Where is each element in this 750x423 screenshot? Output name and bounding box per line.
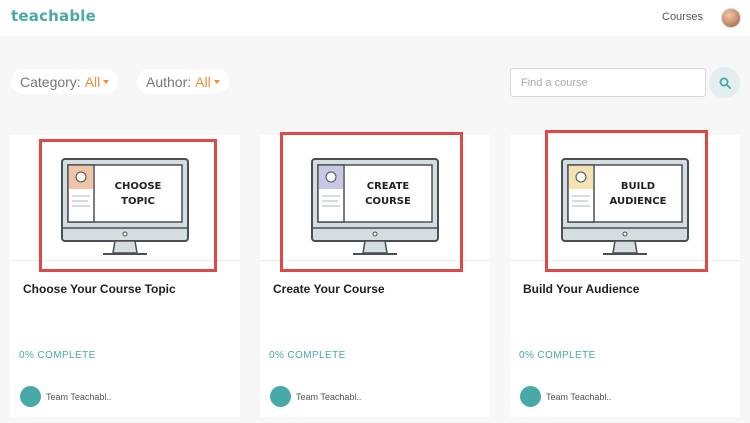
teachable-logo[interactable]: teachable [11, 7, 96, 25]
author-filter-label: Author: [146, 73, 192, 90]
annotation-highlight-box [545, 130, 708, 272]
caret-down-icon [213, 80, 220, 84]
course-progress: 0% COMPLETE [269, 350, 346, 361]
course-author: Team Teachabl.. [46, 392, 112, 402]
category-filter-dropdown[interactable]: Category: All [11, 69, 119, 94]
category-filter-label: Category: [20, 73, 81, 90]
course-author: Team Teachabl.. [546, 392, 612, 402]
author-filter-value: All [195, 73, 211, 90]
user-avatar[interactable] [721, 8, 741, 28]
search-icon [719, 77, 731, 89]
nav-link-courses[interactable]: Courses [662, 11, 703, 23]
course-title[interactable]: Choose Your Course Topic [23, 282, 176, 296]
course-title[interactable]: Create Your Course [273, 282, 385, 296]
team-teachable-logo-icon [520, 386, 541, 407]
team-teachable-logo-icon [270, 386, 291, 407]
course-progress: 0% COMPLETE [519, 350, 596, 361]
annotation-highlight-box [39, 139, 217, 272]
annotation-highlight-box [280, 132, 463, 272]
course-author: Team Teachabl.. [296, 392, 362, 402]
course-search-input[interactable] [510, 68, 706, 97]
team-teachable-logo-icon [20, 386, 41, 407]
author-filter-dropdown[interactable]: Author: All [137, 69, 229, 94]
search-button[interactable] [709, 67, 740, 98]
caret-down-icon [103, 80, 110, 84]
top-navigation-bar: teachable Courses [0, 0, 750, 36]
course-progress: 0% COMPLETE [19, 350, 96, 361]
course-title[interactable]: Build Your Audience [523, 282, 639, 296]
category-filter-value: All [84, 73, 101, 90]
